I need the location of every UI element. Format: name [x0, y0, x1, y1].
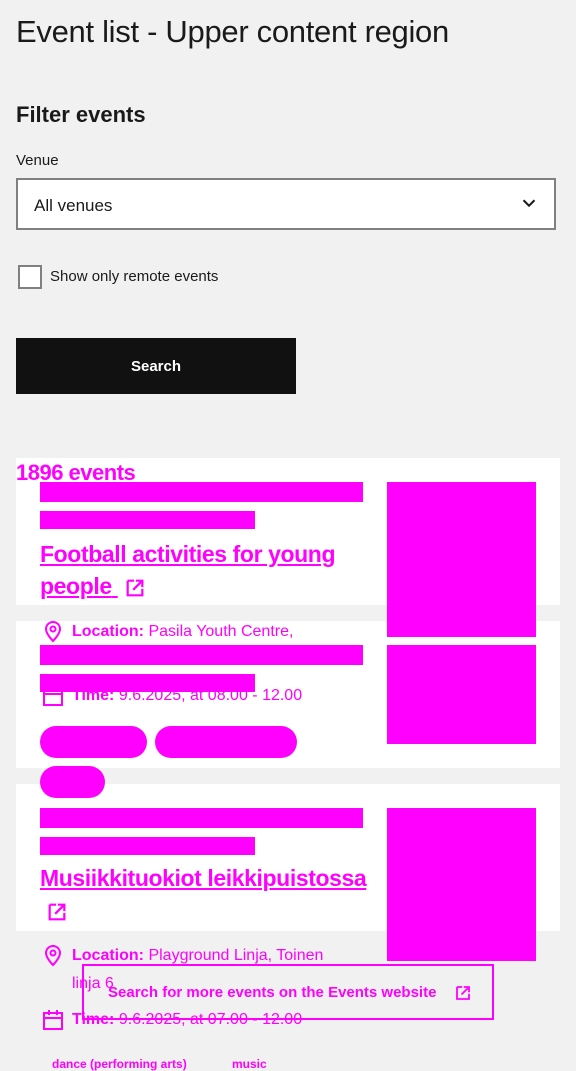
event-image-placeholder: [387, 645, 536, 744]
time-value: 9.6.2025, at 08.00 - 12.00: [118, 687, 303, 704]
page-title: Event list - Upper content region: [16, 14, 449, 49]
event-title-link[interactable]: Musiikkituokiot leikkipuistossa: [40, 862, 367, 926]
remote-only-label[interactable]: Show only remote events: [50, 268, 218, 285]
time-label: Time:: [72, 687, 115, 704]
location-label: Location:: [72, 623, 144, 640]
event-tag[interactable]: dance (performing arts): [52, 1057, 187, 1071]
event-title-line: Musiikkituokiot leikkipuistossa: [40, 865, 367, 891]
venue-label: Venue: [16, 152, 59, 169]
more-events-label: Search for more events on the Events web…: [108, 984, 437, 1001]
filter-heading: Filter events: [16, 102, 146, 127]
event-time: Time: 9.6.2025, at 08.00 - 12.00: [72, 682, 302, 710]
location-value: Pasila Youth Centre,: [148, 623, 294, 640]
location-value: Pasilanraitio 6: [72, 651, 173, 668]
skeleton-pill: [40, 726, 147, 758]
location-label: Location:: [72, 947, 144, 964]
calendar-icon: [43, 1010, 63, 1030]
calendar-icon: [43, 686, 63, 706]
external-link-icon: [48, 903, 66, 921]
skeleton-bar: [40, 511, 255, 529]
skeleton-pill: [155, 726, 297, 758]
event-tag[interactable]: music: [232, 1057, 267, 1071]
venue-selected-value: All venues: [34, 196, 113, 215]
skeleton-bar: [40, 837, 255, 855]
event-image: [387, 808, 536, 961]
event-title-line: Football activities for young: [40, 541, 336, 567]
location-pin-icon: [44, 620, 62, 643]
event-title-line: people: [40, 573, 112, 599]
chevron-down-icon: [522, 199, 536, 208]
more-events-button[interactable]: Search for more events on the Events web…: [82, 964, 494, 1020]
venue-select[interactable]: All venues: [16, 178, 556, 230]
remote-only-checkbox[interactable]: [18, 265, 42, 289]
event-tag[interactable]: sports: [52, 775, 89, 789]
event-image-placeholder: [387, 482, 536, 637]
external-link-icon: [126, 579, 144, 597]
event-location: Location: Pasila Youth Centre, Pasilanra…: [72, 618, 293, 674]
location-value: Playground Linja, Toinen: [148, 947, 324, 964]
external-link-icon: [456, 986, 470, 1000]
skeleton-bar: [40, 482, 363, 502]
location-pin-icon: [44, 944, 62, 967]
event-title-link[interactable]: Football activities for young people: [40, 538, 335, 602]
search-button[interactable]: Search: [16, 338, 296, 394]
skeleton-bar: [40, 808, 363, 828]
